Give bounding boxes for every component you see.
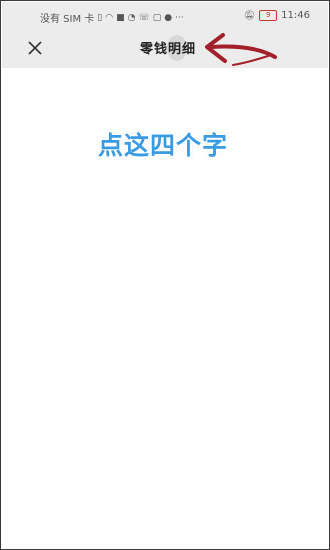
video-icon: ■ — [116, 12, 125, 23]
content-area: 点这四个字 — [2, 68, 328, 548]
battery-level: 9 — [265, 11, 271, 19]
more-icon: ··· — [175, 12, 184, 23]
carrier-text: 没有 SIM 卡 — [40, 14, 95, 25]
page-title[interactable]: 零钱明细 — [140, 38, 196, 57]
phone-icon: ☏ — [138, 12, 150, 23]
sim-card-icon: ▯ — [97, 12, 103, 23]
annotation-hint: 点这四个字 — [98, 131, 229, 160]
battery-icon: 9 — [259, 10, 278, 21]
mute-icon: 🔕︎ — [243, 10, 256, 21]
clock: 11:46 — [281, 10, 310, 21]
bluetooth-icon: ● — [164, 12, 173, 23]
status-bar: 没有 SIM 卡 ▯ ◠ ■ ◔ ☏ ▢ ● ··· 🔕︎ 9 11:46 — [2, 2, 328, 30]
wifi-icon: ◠ — [105, 12, 114, 23]
message-icon: ▢ — [152, 12, 162, 23]
app-frame: 没有 SIM 卡 ▯ ◠ ■ ◔ ☏ ▢ ● ··· 🔕︎ 9 11:46 零钱… — [0, 0, 330, 550]
notification-icon: ◔ — [127, 12, 136, 23]
close-button[interactable] — [26, 39, 44, 57]
close-icon — [28, 41, 42, 55]
status-right: 🔕︎ 9 11:46 — [244, 10, 310, 21]
status-left: 没有 SIM 卡 ▯ ◠ ■ ◔ ☏ ▢ ● ··· — [40, 10, 184, 26]
